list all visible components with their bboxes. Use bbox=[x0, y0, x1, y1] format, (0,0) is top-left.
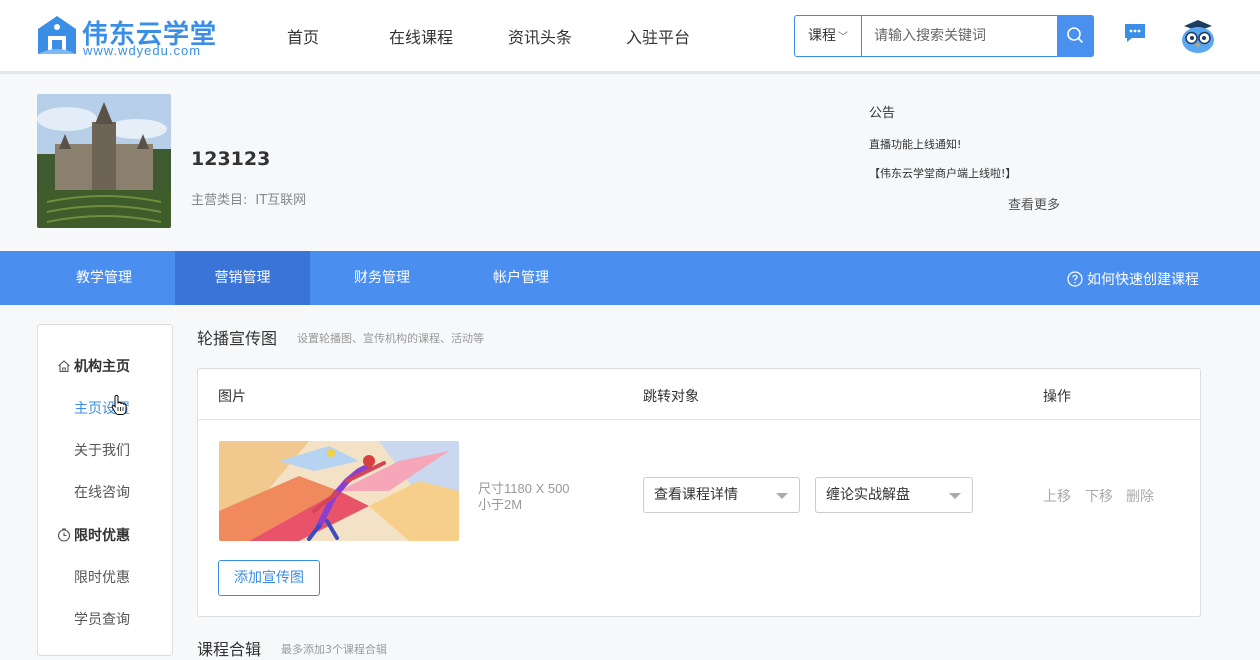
sidebar-item-limited-offer[interactable]: 限时优惠 bbox=[74, 567, 130, 587]
search-category-select[interactable]: 课程 ﹀ bbox=[795, 16, 862, 56]
home-icon bbox=[58, 360, 70, 373]
carousel-table: 图片 跳转对象 操作 尺寸1180 X 500 小于2M 查看课程详情 缠论实战… bbox=[197, 368, 1201, 617]
column-header-image: 图片 bbox=[218, 389, 246, 405]
management-tabbar: 教学管理 营销管理 财务管理 帐户管理 如何快速创建课程 bbox=[0, 251, 1260, 305]
dropdown-arrow-icon bbox=[949, 493, 961, 499]
sidebar-item-online-consult[interactable]: 在线咨询 bbox=[74, 482, 130, 502]
search-icon bbox=[1067, 27, 1084, 44]
shop-name: 123123 bbox=[191, 148, 271, 170]
course-album-title: 课程合辑 bbox=[197, 640, 262, 659]
column-header-actions: 操作 bbox=[1043, 389, 1071, 405]
delete-button[interactable]: 删除 bbox=[1126, 486, 1154, 506]
search-input[interactable] bbox=[863, 16, 1057, 56]
add-banner-button[interactable]: 添加宣传图 bbox=[218, 560, 320, 596]
sidebar-item-about-us[interactable]: 关于我们 bbox=[74, 440, 130, 460]
link-target-select[interactable]: 缠论实战解盘 bbox=[815, 477, 973, 513]
link-type-value: 查看课程详情 bbox=[654, 487, 738, 503]
sidebar-item-student-query[interactable]: 学员查询 bbox=[74, 609, 130, 629]
tab-finance[interactable]: 财务管理 bbox=[315, 251, 449, 305]
help-label: 如何快速创建课程 bbox=[1087, 272, 1199, 288]
move-down-button[interactable]: 下移 bbox=[1085, 486, 1113, 506]
nav-online-courses[interactable]: 在线课程 bbox=[389, 24, 453, 48]
sidebar-group-limited-offer: 限时优惠 bbox=[57, 525, 130, 545]
hand-cursor-icon bbox=[111, 394, 127, 415]
sidebar-group-org-home: 机构主页 bbox=[57, 356, 130, 376]
notice-more-link[interactable]: 查看更多 bbox=[1008, 194, 1060, 213]
shop-cover-image bbox=[37, 94, 171, 228]
image-size-line: 尺寸1180 X 500 bbox=[478, 481, 570, 496]
search-category-label: 课程 bbox=[808, 28, 836, 44]
clock-icon bbox=[57, 528, 71, 542]
tab-marketing[interactable]: 营销管理 bbox=[175, 251, 310, 305]
banner-image[interactable] bbox=[219, 441, 459, 541]
chevron-down-icon: ﹀ bbox=[838, 32, 848, 43]
help-create-course-link[interactable]: 如何快速创建课程 bbox=[1067, 269, 1199, 289]
search-bar: 课程 ﹀ bbox=[794, 15, 1094, 57]
course-album-subtitle: 最多添加3个课程合辑 bbox=[281, 643, 387, 656]
sidebar-group-label: 限时优惠 bbox=[74, 528, 130, 544]
search-button[interactable] bbox=[1057, 15, 1094, 57]
dropdown-arrow-icon bbox=[776, 493, 788, 499]
tab-teaching[interactable]: 教学管理 bbox=[37, 251, 171, 305]
image-weight-line: 小于2M bbox=[478, 497, 523, 512]
nav-home[interactable]: 首页 bbox=[287, 24, 319, 48]
top-header: 伟东云学堂 www.wdyedu.com 首页 在线课程 资讯头条 入驻平台 课… bbox=[0, 0, 1260, 74]
table-header: 图片 跳转对象 操作 bbox=[198, 369, 1200, 420]
nav-news[interactable]: 资讯头条 bbox=[508, 24, 572, 48]
brand-logo[interactable]: 伟东云学堂 www.wdyedu.com bbox=[36, 12, 226, 62]
link-target-value: 缠论实战解盘 bbox=[826, 487, 910, 503]
brand-url: www.wdyedu.com bbox=[83, 43, 202, 58]
move-up-button[interactable]: 上移 bbox=[1043, 486, 1071, 506]
carousel-section-subtitle: 设置轮播图、宣传机构的课程、活动等 bbox=[297, 332, 484, 345]
column-header-link-target: 跳转对象 bbox=[643, 389, 699, 405]
tab-account[interactable]: 帐户管理 bbox=[454, 251, 588, 305]
sidebar-group-label: 机构主页 bbox=[74, 359, 130, 375]
carousel-section-title: 轮播宣传图 bbox=[197, 329, 278, 348]
nav-join-platform[interactable]: 入驻平台 bbox=[626, 24, 690, 48]
avatar[interactable] bbox=[1180, 18, 1216, 54]
shop-category-value: IT互联网 bbox=[255, 193, 307, 208]
message-icon[interactable] bbox=[1124, 22, 1146, 44]
shop-category: 主营类目: IT互联网 bbox=[191, 189, 306, 208]
shop-info-panel: 123123 主营类目: IT互联网 公告 直播功能上线通知! 【伟东云学堂商户端… bbox=[0, 77, 1260, 251]
notice-title: 公告 bbox=[869, 106, 896, 121]
notice-item[interactable]: 【伟东云学堂商户端上线啦!】 bbox=[869, 165, 1016, 181]
shop-category-label: 主营类目: bbox=[191, 193, 248, 208]
sidebar: 机构主页 主页设置 关于我们 在线咨询 限时优惠 限时优惠 学员查询 bbox=[37, 324, 173, 656]
logo-house-icon bbox=[38, 16, 76, 54]
question-circle-icon bbox=[1067, 271, 1083, 287]
link-type-select[interactable]: 查看课程详情 bbox=[643, 477, 800, 513]
image-size-hint: 尺寸1180 X 500 小于2M bbox=[478, 481, 570, 513]
notice-item[interactable]: 直播功能上线通知! bbox=[869, 136, 961, 152]
